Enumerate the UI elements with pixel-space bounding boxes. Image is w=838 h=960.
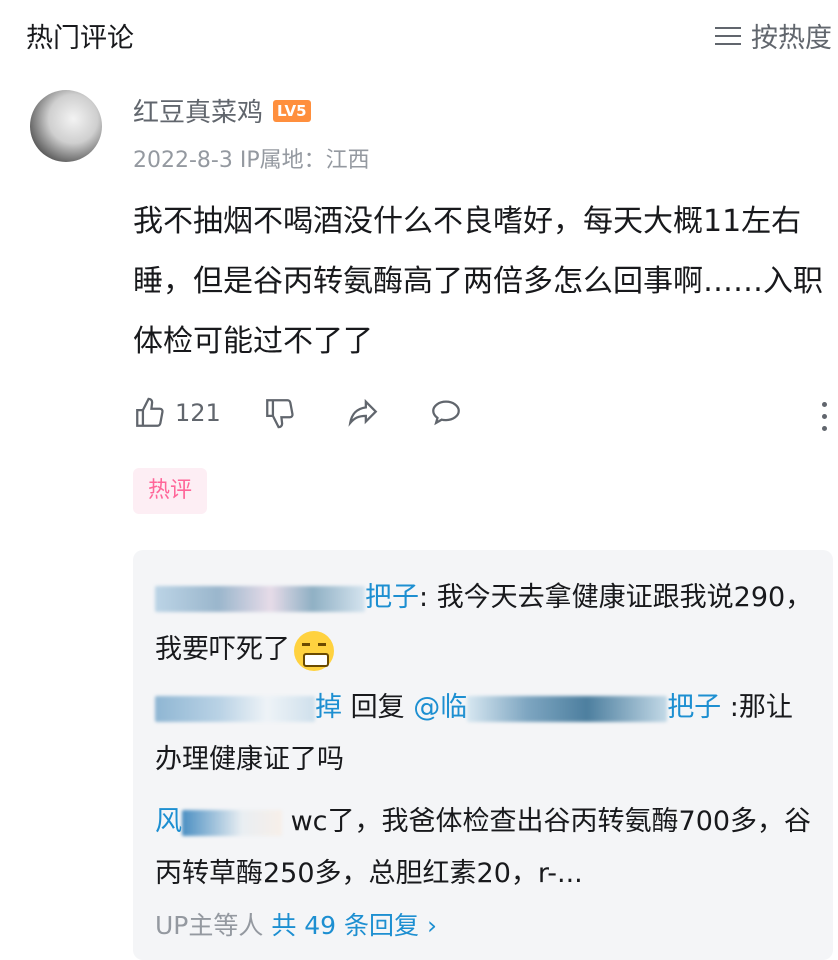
section-title: 热门评论 (26, 23, 134, 54)
sort-label: 按热度 (751, 23, 832, 54)
comment-actions: 121 (133, 396, 838, 440)
blurred-name (182, 809, 282, 836)
level-badge: LV5 (273, 99, 311, 122)
avatar[interactable] (30, 90, 102, 162)
menu-icon (715, 25, 741, 47)
reply-item[interactable]: 风 wc了，我爸体检查出谷丙转氨酶700多，谷丙转草酶250多，总胆红素20，r… (155, 796, 815, 900)
reply-button[interactable] (428, 396, 464, 430)
reply-username[interactable]: 把子 (155, 582, 419, 613)
username[interactable]: 红豆真菜鸡 (133, 92, 263, 129)
replies-footer[interactable]: UP主等人 共 49 条回复 › (155, 906, 437, 942)
like-button[interactable]: 121 (133, 396, 221, 430)
reply-word: 回复 (350, 692, 405, 723)
comments-header: 热门评论 按热度 (0, 0, 838, 80)
blurred-name (155, 585, 365, 612)
thumbs-down-icon (266, 399, 294, 429)
reply-count-link[interactable]: 共 49 条回复 (271, 911, 419, 940)
blurred-name (155, 695, 315, 722)
comment-content: 我不抽烟不喝酒没什么不良嗜好，每天大概11左右睡，但是谷丙转氨酶高了两倍多怎么回… (133, 204, 823, 359)
hot-comment-tag: 热评 (133, 468, 207, 514)
speech-bubble-icon (432, 400, 460, 426)
more-options-icon[interactable] (822, 402, 828, 438)
reply-item[interactable]: 掉 回复 @临 把子 :那让办理健康证了吗 (155, 682, 815, 786)
footer-prefix: UP主等人 (155, 911, 264, 940)
mention-link[interactable]: @临 把子 (413, 692, 721, 723)
sort-button[interactable]: 按热度 (715, 16, 832, 55)
reply-username[interactable]: 风 (155, 806, 282, 837)
dislike-button[interactable] (263, 396, 297, 430)
share-icon (348, 398, 378, 427)
comment-date: 2022-8-3 (133, 148, 233, 173)
ip-location: IP属地：江西 (239, 148, 370, 173)
comment-user[interactable]: 红豆真菜鸡 LV5 (133, 92, 311, 129)
reply-username[interactable]: 掉 (155, 692, 342, 723)
like-count: 121 (175, 399, 221, 427)
chevron-right-icon: › (427, 911, 437, 940)
share-button[interactable] (345, 396, 381, 430)
replies-panel: 把子: 我今天去拿健康证跟我说290，我要吓死了 掉 回复 @临 把子 :那让办理… (133, 550, 833, 960)
reply-item[interactable]: 把子: 我今天去拿健康证跟我说290，我要吓死了 (155, 572, 815, 676)
comment-meta: 2022-8-3 IP属地：江西 (133, 142, 370, 174)
grimace-emoji-icon (294, 630, 334, 671)
thumbs-up-icon (136, 397, 164, 427)
blurred-name (467, 695, 668, 722)
